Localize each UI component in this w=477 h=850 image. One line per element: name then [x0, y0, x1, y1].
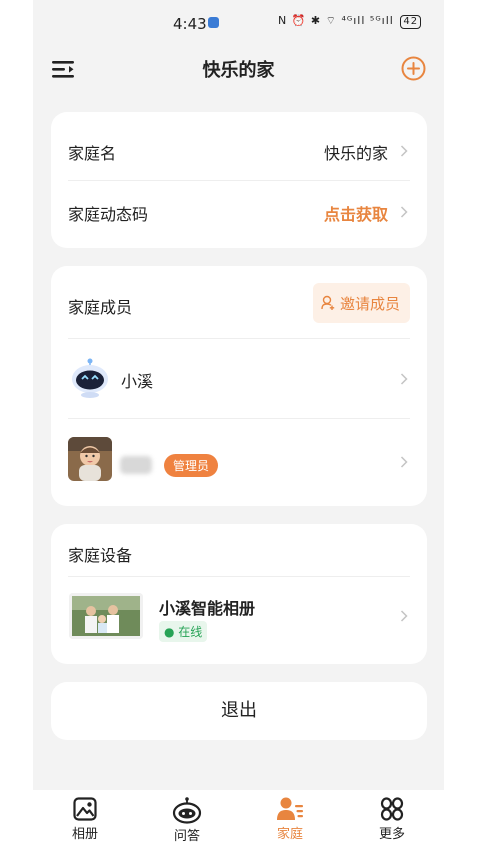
get-code-link[interactable]: 点击获取 [324, 201, 388, 225]
battery-icon: 42 [400, 15, 422, 29]
page-title: 快乐的家 [202, 60, 275, 81]
photo-frame-thumbnail [69, 593, 143, 639]
admin-badge: 管理员 [164, 454, 219, 477]
chevron-right-icon [400, 456, 408, 468]
robot-avatar [72, 358, 108, 398]
status-icons: N ⏰ ✱ ⌔ ⁴ᴳıll ⁵ᴳıll 42 [278, 14, 422, 29]
status-bar: 4:43 N ⏰ ✱ ⌔ ⁴ᴳıll ⁵ᴳıll 42 [33, 0, 444, 46]
family-name-label: 家庭名 [68, 144, 117, 163]
family-name-row[interactable]: 家庭名 快乐的家 [68, 112, 410, 180]
member-row-xiaoxi[interactable]: 小溪 [68, 338, 410, 418]
tab-album[interactable]: 相册 [45, 796, 125, 842]
chevron-right-icon [400, 145, 408, 157]
robot-icon [172, 797, 202, 824]
baby-photo-avatar [68, 437, 112, 481]
family-icon [277, 797, 303, 820]
battery-level: 42 [403, 16, 419, 27]
tab-more[interactable]: 更多 [352, 796, 432, 842]
device-name: 小溪智能相册 [159, 599, 256, 618]
device-status: 在线 [178, 625, 203, 639]
signal-icons: N ⏰ ✱ ⌔ ⁴ᴳıll ⁵ᴳıll [278, 14, 394, 27]
album-icon [73, 797, 97, 821]
tab-qa[interactable]: 问答 [147, 796, 227, 844]
family-name-value: 快乐的家 [323, 144, 388, 163]
tab-label: 问答 [173, 829, 200, 844]
devices-title: 家庭设备 [68, 546, 133, 565]
tab-label: 相册 [71, 827, 98, 842]
chevron-right-icon [400, 373, 408, 385]
members-title: 家庭成员 [68, 298, 133, 317]
app-header: 快乐的家 [33, 46, 444, 96]
more-icon [380, 797, 404, 821]
add-user-icon [321, 295, 335, 310]
family-code-row[interactable]: 家庭动态码 点击获取 [68, 180, 410, 248]
chevron-right-icon [400, 206, 408, 218]
bottom-navigation: 相册 问答 家庭 更多 [33, 790, 444, 850]
tab-label: 家庭 [276, 827, 303, 842]
family-code-label: 家庭动态码 [68, 205, 149, 224]
tab-label: 更多 [378, 827, 405, 842]
chevron-right-icon [400, 610, 408, 622]
blurred-member-name [120, 456, 152, 474]
app-notification-icon [208, 17, 219, 28]
invite-member-button[interactable]: 邀请成员 [313, 283, 410, 323]
tab-family[interactable]: 家庭 [250, 796, 330, 842]
family-info-card: 家庭名 快乐的家 家庭动态码 点击获取 [51, 112, 427, 248]
family-devices-card: 家庭设备 小溪智能相册 ● 在线 [51, 524, 427, 664]
invite-member-label: 邀请成员 [340, 295, 401, 313]
device-row[interactable]: 小溪智能相册 ● 在线 [68, 576, 410, 664]
status-time: 4:43 [173, 15, 207, 33]
phone-screen: 4:43 N ⏰ ✱ ⌔ ⁴ᴳıll ⁵ᴳıll 42 快乐的家 家庭名 快乐的… [33, 0, 444, 850]
online-status-badge: ● 在线 [159, 621, 208, 642]
member-name: 小溪 [121, 372, 154, 391]
logout-button[interactable]: 退出 [51, 682, 427, 740]
add-circle-icon[interactable] [401, 56, 426, 81]
member-row-admin[interactable]: 管理员 [68, 418, 410, 506]
family-members-card: 家庭成员 邀请成员 小溪 管理员 [51, 266, 427, 506]
